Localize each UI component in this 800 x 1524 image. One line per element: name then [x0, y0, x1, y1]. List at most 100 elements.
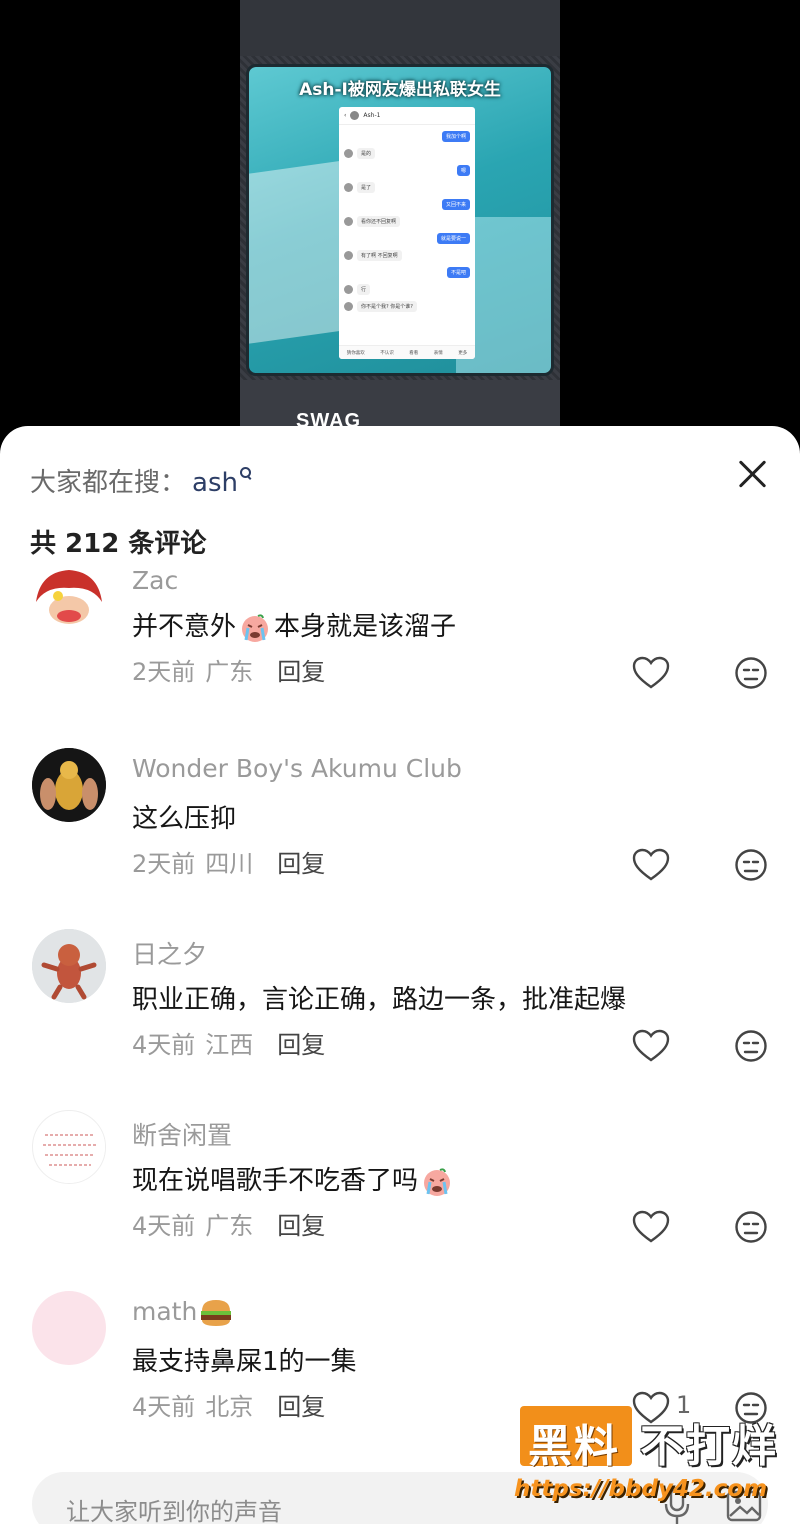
avatar[interactable]: [32, 748, 106, 822]
chat-message: 嗯: [344, 165, 470, 176]
comment-list[interactable]: Zac 并不意外 本身就是该溜子 2天前 广东 回复 Wonder Boy's …: [0, 566, 800, 1446]
reply-button[interactable]: 回复: [277, 1206, 325, 1241]
comment-sheet: 大家都在搜： ash 共 212 条评论 Zac 并不意外 本身就是该溜子 2天…: [0, 426, 800, 1524]
chat-footer-item: 不认识: [380, 350, 394, 356]
comment-location: 广东: [205, 1212, 254, 1240]
like-icon[interactable]: [632, 656, 670, 690]
chat-messages: 我加个啊 是的嗯是了 又回不来 看你还不回复啊 就是要说一 有了啊 不回复啊 不是吧行你不是…: [339, 131, 475, 312]
comment-location: 广东: [205, 658, 254, 686]
like-icon[interactable]: [632, 1029, 670, 1063]
crying-face-emoji: [238, 613, 272, 643]
close-icon[interactable]: [734, 456, 770, 492]
chat-header: ‹ Ash-1: [339, 107, 475, 125]
video-title: Ash-I被网友爆出私联女生: [299, 80, 501, 100]
chat-footer: 猜你喜欢 不认识 看看 表情 更多: [339, 345, 475, 359]
chat-avatar: [344, 251, 353, 260]
reply-button[interactable]: 回复: [277, 1387, 325, 1422]
video-top-decoration: [240, 0, 560, 56]
reply-button[interactable]: 回复: [277, 844, 325, 879]
chat-bubble: 看你还不回复啊: [357, 216, 401, 227]
chat-bubble: 不是吧: [446, 267, 470, 278]
dislike-icon[interactable]: [734, 1029, 768, 1063]
comment-text: 最支持鼻屎1的一集: [132, 1341, 357, 1378]
avatar-image: [34, 1112, 105, 1183]
commenter-name[interactable]: Zac: [132, 566, 178, 595]
commenter-name-text: math: [132, 1297, 198, 1326]
video-player[interactable]: Ash-I被网友爆出私联女生 ‹ Ash-1 我加个啊是的嗯是了又回不来看你还不…: [240, 0, 560, 440]
app-screen: Ash-I被网友爆出私联女生 ‹ Ash-1 我加个啊是的嗯是了又回不来看你还不…: [0, 0, 800, 1524]
video-scene-shape: [249, 160, 344, 344]
dislike-icon[interactable]: [734, 1210, 768, 1244]
video-content: Ash-I被网友爆出私联女生 ‹ Ash-1 我加个啊是的嗯是了又回不来看你还不…: [246, 64, 554, 376]
comment-item: 断舍闲置 现在说唱歌手不吃香了吗 4天前 广东 回复: [0, 1110, 800, 1280]
chat-screenshot: ‹ Ash-1 我加个啊 是的嗯是了 又回不来 看你还不回复啊 就是要说一 有了啊 不回复…: [339, 107, 475, 359]
watermark-text-1: 黑料: [528, 1421, 620, 1472]
chat-avatar: [344, 183, 353, 192]
comment-text: 这么压抑: [132, 798, 236, 835]
chat-message: 就是要说一: [344, 233, 470, 244]
reply-button[interactable]: 回复: [277, 652, 325, 687]
avatar[interactable]: [32, 566, 106, 640]
watermark-text-2: 不打烊: [640, 1421, 778, 1472]
comment-meta: 4天前 江西 回复: [132, 1025, 325, 1060]
chat-footer-item: 看看: [409, 350, 419, 356]
avatar[interactable]: [32, 1291, 106, 1365]
chat-header-name: Ash-1: [363, 112, 381, 119]
chat-message: 是的: [344, 148, 470, 159]
reply-button[interactable]: 回复: [277, 1025, 325, 1060]
comment-item: Zac 并不意外 本身就是该溜子 2天前 广东 回复: [0, 566, 800, 726]
comment-meta: 2天前 四川 回复: [132, 844, 325, 879]
comment-text-part: 现在说唱歌手不吃香了吗: [132, 1166, 419, 1196]
comment-count: 共 212 条评论: [30, 529, 207, 559]
commenter-name[interactable]: 日之夕: [132, 935, 207, 971]
dislike-icon[interactable]: [734, 848, 768, 882]
comment-text: 职业正确，言论正确，路边一条，批准起爆: [132, 979, 626, 1016]
comment-location: 江西: [205, 1031, 254, 1059]
trending-search[interactable]: 大家都在搜： ash: [30, 462, 252, 499]
chat-message: 是了: [344, 182, 470, 193]
chat-bubble: 你不是个我? 你是个谁?: [357, 301, 417, 312]
chat-avatar: [344, 217, 353, 226]
crying-face-emoji: [420, 1167, 454, 1197]
chat-avatar: [350, 111, 360, 120]
comment-time: 2天前: [132, 658, 196, 686]
like-icon[interactable]: [632, 1210, 670, 1244]
comment-meta: 4天前 北京 回复: [132, 1387, 325, 1422]
comment-text-part: 职业正确，言论正确，路边一条，批准起爆: [132, 985, 627, 1015]
commenter-name[interactable]: math: [132, 1297, 235, 1328]
avatar-image: [32, 566, 106, 640]
comment-text-part: 并不意外: [132, 612, 237, 642]
search-icon: [239, 467, 252, 479]
chat-message: 看你还不回复啊: [344, 216, 470, 227]
comment-time: 4天前: [132, 1212, 196, 1240]
commenter-name[interactable]: Wonder Boy's Akumu Club: [132, 754, 462, 783]
chat-avatar: [344, 302, 353, 311]
chat-avatar: [344, 285, 353, 294]
dislike-icon[interactable]: [734, 656, 768, 690]
comment-text-part: 本身就是该溜子: [274, 612, 457, 642]
chat-footer-item: 更多: [458, 350, 468, 356]
chat-bubble: 嗯: [456, 165, 470, 176]
comment-time: 4天前: [132, 1031, 196, 1059]
comment-meta: 2天前 广东 回复: [132, 652, 325, 687]
like-icon[interactable]: [632, 848, 670, 882]
comment-location: 北京: [205, 1393, 254, 1421]
trending-search-label: 大家都在搜：: [30, 468, 187, 498]
avatar[interactable]: [32, 929, 106, 1003]
watermark: 黑料 不打烊 https://bbdy42.com: [514, 1406, 784, 1524]
chat-bubble: 行: [357, 284, 371, 295]
chat-message: 又回不来: [344, 199, 470, 210]
chat-message: 我加个啊: [344, 131, 470, 142]
avatar-image: [32, 929, 106, 1003]
commenter-name[interactable]: 断舍闲置: [132, 1116, 232, 1152]
trending-search-term[interactable]: ash: [192, 468, 238, 498]
chat-message: 行: [344, 284, 470, 295]
comment-text-part: 这么压抑: [132, 804, 237, 834]
comment-location: 四川: [205, 850, 254, 878]
comment-text: 现在说唱歌手不吃香了吗: [132, 1160, 456, 1197]
comment-text-part: 最支持鼻屎1的一集: [132, 1347, 357, 1377]
chat-bubble: 又回不来: [441, 199, 470, 210]
back-icon: ‹: [344, 112, 347, 119]
chat-footer-item: 表情: [433, 350, 443, 356]
avatar[interactable]: [32, 1110, 106, 1184]
